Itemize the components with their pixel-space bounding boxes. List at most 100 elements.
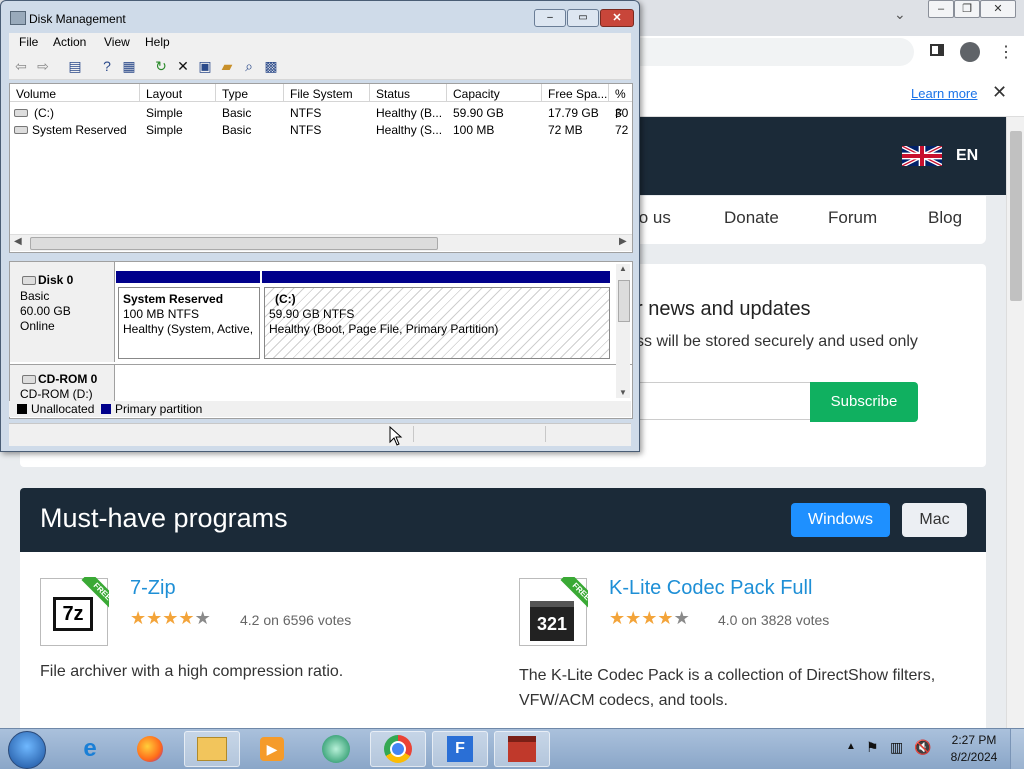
email-field[interactable] — [630, 382, 810, 420]
must-have-title: Must-have programs — [40, 503, 288, 533]
app-icon[interactable] — [308, 731, 364, 767]
side-panel-icon[interactable] — [930, 44, 944, 56]
vertical-scrollbar[interactable]: ▲ ▼ — [616, 264, 630, 398]
menu-view[interactable]: View — [104, 35, 130, 49]
flag-icon[interactable]: ⚑ — [866, 739, 879, 756]
page-scrollbar[interactable] — [1006, 117, 1024, 728]
partition-fs: 59.90 GB NTFS — [269, 307, 355, 321]
program-desc-7zip: File archiver with a high compression ra… — [40, 663, 344, 680]
infobar-close-icon[interactable]: ✕ — [992, 82, 1007, 103]
language-label[interactable]: EN — [956, 147, 978, 165]
dm-minimize-button[interactable]: – — [534, 9, 566, 27]
media-player-icon[interactable]: ▶ — [244, 731, 300, 767]
primary-swatch — [101, 404, 111, 414]
disk0-info[interactable]: Disk 0 Basic 60.00 GB Online — [10, 262, 115, 362]
table-row[interactable]: System Reserved Simple Basic NTFS Health… — [10, 122, 632, 138]
menu-help[interactable]: Help — [145, 35, 170, 49]
scroll-left-icon[interactable]: ◀ — [14, 236, 22, 247]
scroll-thumb[interactable] — [30, 237, 438, 250]
menu-kebab-icon[interactable]: ⋮ — [998, 42, 1014, 62]
dm-maximize-button[interactable]: ▭ — [567, 9, 599, 27]
col-capacity[interactable]: Capacity — [447, 84, 542, 102]
settings-icon[interactable]: ▣ — [195, 56, 215, 76]
nav-blog-link[interactable]: Blog — [928, 208, 962, 228]
minimize-button[interactable]: – — [928, 0, 954, 18]
network-icon[interactable]: ▥ — [890, 739, 903, 756]
learn-more-link[interactable]: Learn more — [911, 86, 977, 101]
klite-icon[interactable]: 321 FREE — [519, 577, 588, 646]
windows-tab-button[interactable]: Windows — [791, 503, 890, 537]
remote-desktop-icon[interactable]: F — [432, 731, 488, 767]
volume-muted-icon[interactable]: 🔇 — [914, 739, 931, 756]
newsletter-text: ss will be stored securely and used only — [636, 333, 918, 350]
scroll-down-icon[interactable]: ▼ — [619, 388, 627, 397]
subscribe-button[interactable]: Subscribe — [810, 382, 918, 422]
col-filesystem[interactable]: File System — [284, 84, 370, 102]
scroll-right-icon[interactable]: ▶ — [619, 236, 627, 247]
program-name-7zip[interactable]: 7-Zip — [130, 577, 176, 600]
col-volume[interactable]: Volume — [10, 84, 140, 102]
cell-capacity: 59.90 GB — [453, 106, 504, 120]
program-name-klite[interactable]: K-Lite Codec Pack Full — [609, 577, 812, 600]
toolbar: ⇦ ⇨ ▤ ? ▦ ↻ ✕ ▣ ▰ ⌕ ▩ — [9, 53, 631, 80]
menu-action[interactable]: Action — [53, 35, 86, 49]
scroll-thumb[interactable] — [618, 280, 630, 322]
chrome-icon[interactable] — [370, 731, 426, 767]
file-explorer-icon[interactable] — [184, 731, 240, 767]
partition-name: System Reserved — [123, 292, 224, 306]
chevron-down-icon[interactable]: ⌄ — [894, 6, 906, 23]
col-type[interactable]: Type — [216, 84, 284, 102]
back-icon[interactable]: ⇦ — [11, 56, 31, 76]
cdrom-info[interactable]: CD-ROM 0 CD-ROM (D:) — [10, 365, 115, 401]
cell-layout: Simple — [146, 106, 183, 120]
help-icon[interactable]: ? — [97, 56, 117, 76]
scroll-up-icon[interactable]: ▲ — [619, 264, 627, 273]
profile-icon[interactable] — [960, 42, 980, 62]
clock-time[interactable]: 2:27 PM — [950, 733, 998, 747]
7zip-icon[interactable]: 7z FREE — [40, 577, 109, 646]
view-icon[interactable]: ▩ — [261, 56, 281, 76]
forward-icon[interactable]: ⇨ — [33, 56, 53, 76]
uk-flag-icon[interactable] — [901, 144, 943, 168]
col-status[interactable]: Status — [370, 84, 447, 102]
show-desktop-button[interactable] — [1010, 729, 1024, 769]
refresh-icon[interactable]: ↻ — [151, 56, 171, 76]
cdrom-name: CD-ROM 0 — [38, 372, 98, 386]
partition-status: Healthy (Boot, Page File, Primary Partit… — [269, 322, 499, 336]
col-layout[interactable]: Layout — [140, 84, 216, 102]
console-tree-icon[interactable]: ▤ — [65, 56, 85, 76]
disk-management-taskbar-icon[interactable] — [494, 731, 550, 767]
mac-tab-button[interactable]: Mac — [902, 503, 967, 537]
disk-management-window: Disk Management – ▭ ✕ File Action View H… — [0, 0, 640, 452]
col-free-space[interactable]: Free Spa... — [542, 84, 609, 102]
cell-fs: NTFS — [290, 123, 322, 137]
show-hidden-icons[interactable]: ▲ — [846, 741, 856, 752]
search-icon[interactable]: ⌕ — [239, 56, 259, 76]
rating-text-klite: 4.0 on 3828 votes — [718, 612, 830, 628]
restore-button[interactable]: ❐ — [954, 0, 980, 18]
cell-type: Basic — [222, 106, 252, 120]
partition-system-reserved[interactable]: System Reserved 100 MB NTFS Healthy (Sys… — [118, 287, 260, 359]
col-percent-free[interactable]: % F — [609, 84, 632, 121]
firefox-icon[interactable] — [122, 731, 178, 767]
dm-close-button[interactable]: ✕ — [600, 9, 634, 27]
cell-layout: Simple — [146, 123, 183, 137]
cell-pct: 30 — [615, 106, 629, 120]
close-window-button[interactable]: ✕ — [980, 0, 1016, 18]
delete-icon[interactable]: ✕ — [173, 56, 193, 76]
partition-c[interactable]: (C:) 59.90 GB NTFS Healthy (Boot, Page F… — [264, 287, 610, 359]
clock-date[interactable]: 8/2/2024 — [946, 750, 1002, 764]
status-bar — [9, 423, 631, 446]
internet-explorer-icon[interactable]: e — [62, 731, 118, 767]
menu-file[interactable]: File — [19, 35, 38, 49]
nav-donate-link[interactable]: Donate — [724, 208, 779, 228]
properties-icon[interactable]: ▦ — [119, 56, 139, 76]
open-folder-icon[interactable]: ▰ — [217, 56, 237, 76]
horizontal-scrollbar[interactable]: ◀ ▶ — [10, 234, 632, 251]
start-button[interactable] — [8, 731, 46, 769]
nav-forum-link[interactable]: Forum — [828, 208, 877, 228]
cell-fs: NTFS — [290, 106, 322, 120]
table-row[interactable]: (C:) Simple Basic NTFS Healthy (B... 59.… — [10, 105, 632, 121]
taskbar: e ▶ F ▲ ⚑ ▥ 🔇 2:27 PM 8/2/2024 — [0, 728, 1024, 769]
address-bar[interactable] — [600, 38, 914, 66]
